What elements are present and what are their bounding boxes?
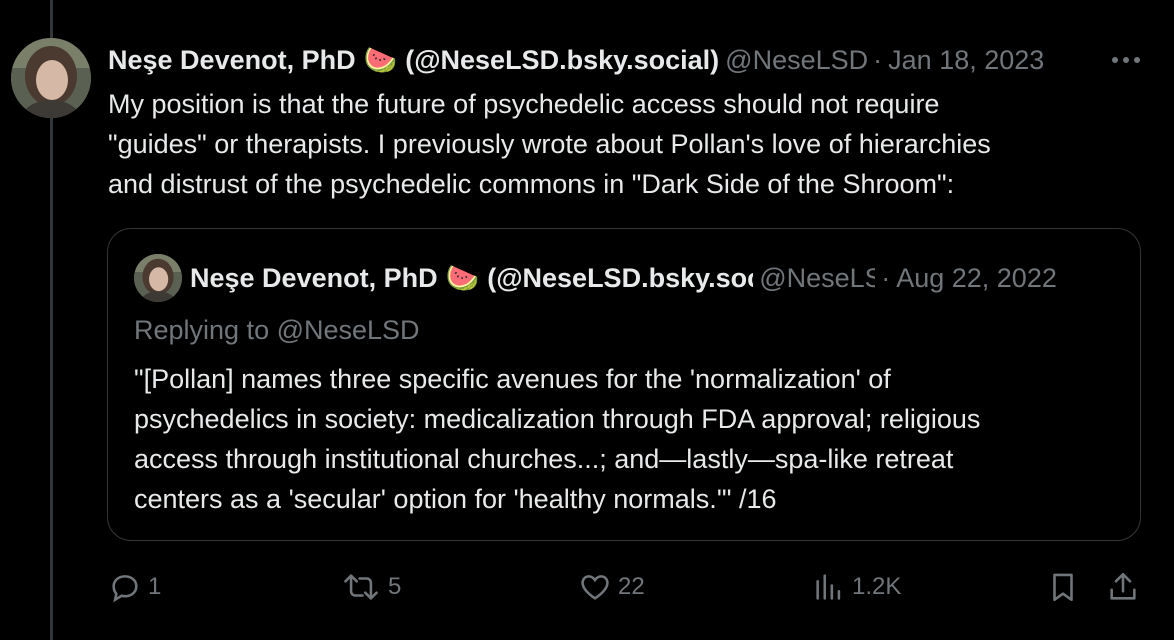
- author-name[interactable]: Neşe Devenot, PhD: [108, 45, 356, 76]
- like-icon: [578, 570, 612, 604]
- quoted-author-name[interactable]: Neşe Devenot, PhD: [190, 263, 438, 294]
- tweet-text: My position is that the future of psyche…: [108, 84, 1138, 204]
- quoted-text: "[Pollan] names three specific avenues f…: [134, 359, 1124, 519]
- repost-count: 5: [388, 573, 402, 600]
- quoted-avatar[interactable]: [134, 254, 182, 302]
- replying-to: Replying to @NeseLSD: [134, 315, 420, 345]
- bookmark-icon: [1046, 570, 1080, 604]
- separator: ·: [873, 44, 883, 75]
- tweet-header: Neşe Devenot, PhD 🍉 (@NeseLSD.bsky.socia…: [108, 40, 1118, 80]
- tweet-text-line: "guides" or therapists. I previously wro…: [108, 129, 991, 159]
- reply-count: 1: [148, 573, 162, 600]
- bookmark-button[interactable]: [1046, 560, 1080, 614]
- views-button[interactable]: 1.2K: [812, 560, 901, 614]
- like-count: 22: [618, 573, 645, 600]
- share-icon: [1106, 570, 1140, 604]
- like-button[interactable]: 22: [578, 560, 645, 614]
- quoted-text-line: access through institutional churches...…: [134, 444, 954, 474]
- quoted-tweet[interactable]: Neşe Devenot, PhD 🍉 (@NeseLSD.bsky.socia…: [107, 228, 1141, 541]
- tweet-text-line: My position is that the future of psyche…: [108, 89, 940, 119]
- quoted-text-line: centers as a 'secular' option for 'healt…: [134, 484, 777, 514]
- quoted-author-display-extra[interactable]: (@NeseLSD.bsky.social): [487, 263, 753, 294]
- watermelon-emoji: 🍉: [363, 45, 398, 75]
- author-display-extra[interactable]: (@NeseLSD.bsky.social): [405, 45, 719, 76]
- watermelon-emoji: 🍉: [445, 263, 480, 293]
- reply-icon: [108, 570, 142, 604]
- reply-button[interactable]: 1: [108, 560, 161, 614]
- quoted-text-line: "[Pollan] names three specific avenues f…: [134, 364, 891, 394]
- quoted-author-handle[interactable]: @NeseLSD: [759, 263, 875, 294]
- repost-button[interactable]: 5: [340, 560, 401, 614]
- repost-icon: [340, 570, 382, 604]
- more-icon[interactable]: [1108, 44, 1144, 76]
- separator: ·: [881, 262, 891, 293]
- tweet-date[interactable]: Jan 18, 2023: [888, 45, 1044, 76]
- views-icon: [812, 570, 846, 604]
- quoted-text-line: psychedelics in society: medicalization …: [134, 404, 981, 434]
- author-handle[interactable]: @NeseLSD: [725, 45, 867, 76]
- views-count: 1.2K: [852, 573, 902, 600]
- quoted-date[interactable]: Aug 22, 2022: [896, 263, 1057, 294]
- share-button[interactable]: [1106, 560, 1140, 614]
- tweet-text-line: and distrust of the psychedelic commons …: [108, 169, 955, 199]
- avatar[interactable]: [11, 38, 91, 118]
- action-bar: 1 5 22 1.2K: [0, 560, 1174, 614]
- quoted-header: Neşe Devenot, PhD 🍉 (@NeseLSD.bsky.socia…: [190, 259, 1120, 297]
